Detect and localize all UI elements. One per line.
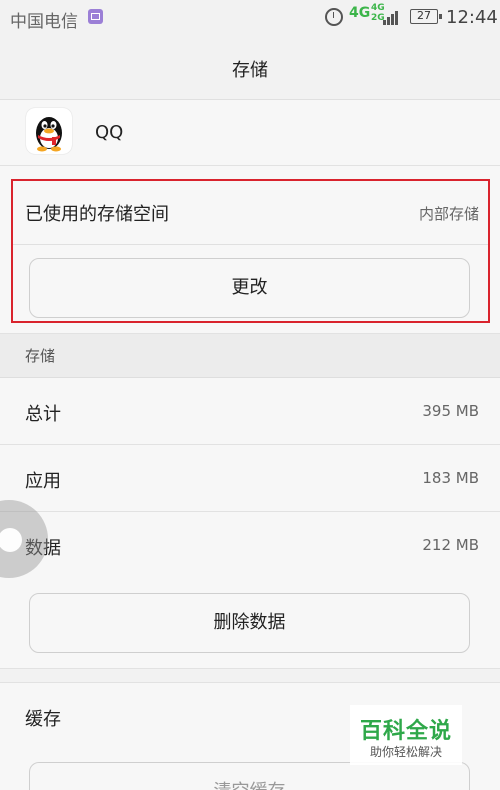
watermark-title: 百科全说 xyxy=(359,719,452,744)
alarm-icon xyxy=(325,8,343,26)
app-size-value: 183 MB xyxy=(422,469,479,487)
used-storage-label: 已使用的存储空间 xyxy=(25,204,169,225)
divider xyxy=(13,244,488,245)
status-bar: 中国电信 4G 4G 2G 27 12:44 xyxy=(0,0,500,36)
storage-row-data: 数据 212 MB xyxy=(0,512,500,579)
qq-penguin-icon xyxy=(26,108,72,154)
used-storage-value: 内部存储 xyxy=(418,205,479,223)
watermark-subtitle: 助你轻松解决 xyxy=(369,745,442,759)
battery-icon: 27 xyxy=(410,9,442,24)
network-type: 4G xyxy=(349,5,371,21)
data-size-value: 212 MB xyxy=(422,536,479,554)
used-storage-row: 已使用的存储空间 内部存储 xyxy=(0,178,500,244)
carrier-name: 中国电信 xyxy=(10,12,78,32)
app-name: QQ xyxy=(95,122,124,143)
storage-row-app: 应用 183 MB xyxy=(0,445,500,512)
app-storage-screen: 中国电信 4G 4G 2G 27 12:44 存储 QQ 已使用的存储空间 内部… xyxy=(0,0,500,790)
storage-row-total: 总计 395 MB xyxy=(0,378,500,445)
page-title: 存储 xyxy=(232,60,268,81)
total-label: 总计 xyxy=(25,404,61,425)
clear-cache-button[interactable]: 清空缓存 xyxy=(29,762,470,790)
notification-icon xyxy=(88,9,103,24)
total-value: 395 MB xyxy=(422,402,479,420)
cache-label: 缓存 xyxy=(25,709,61,730)
section-header-label: 存储 xyxy=(25,347,56,365)
storage-section-header: 存储 xyxy=(0,334,500,378)
watermark-logo: 百科全说 助你轻松解决 xyxy=(350,705,462,765)
clear-data-button[interactable]: 删除数据 xyxy=(29,593,470,653)
app-header-row: QQ xyxy=(0,100,500,166)
signal-icon xyxy=(383,9,401,25)
change-storage-button[interactable]: 更改 xyxy=(29,258,470,318)
app-size-label: 应用 xyxy=(25,471,61,492)
title-bar: 存储 xyxy=(0,36,500,100)
status-time: 12:44 xyxy=(446,7,498,28)
